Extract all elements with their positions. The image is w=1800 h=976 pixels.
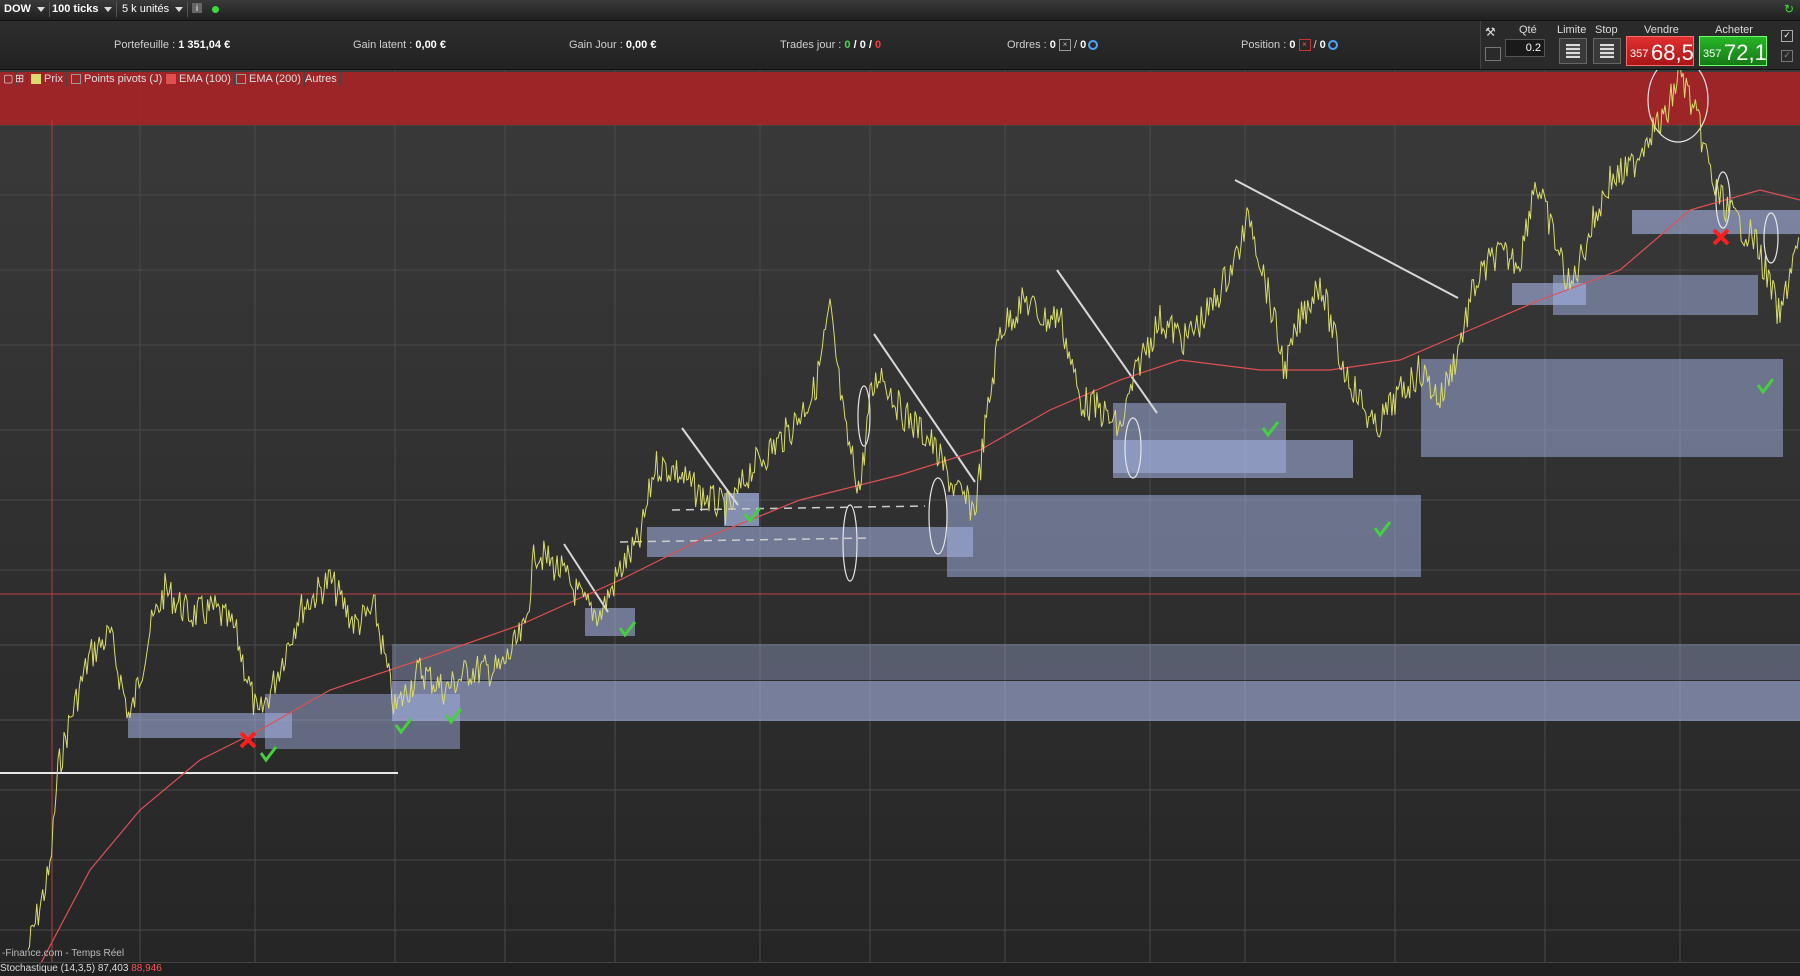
calculator-icon[interactable] (1485, 47, 1501, 61)
toggle-ema200-label: EMA (200) (249, 73, 301, 85)
day-gain-stat: Gain Jour : 0,00 € (569, 39, 657, 51)
price-chart[interactable] (0, 70, 1800, 965)
buy-label: Acheter (1715, 24, 1753, 36)
day-gain-value: 0,00 € (625, 39, 657, 51)
stochastic-label: Stochastique (14,3,5) (0, 963, 96, 974)
stochastic-panel: Stochastique (14,3,5) 87,403 88,946 (0, 962, 1800, 976)
units-label: 5 k unités (122, 3, 170, 15)
chart-background (0, 70, 1800, 965)
sell-price-prefix: 357 (1630, 48, 1649, 60)
toggle-price[interactable]: Prix (28, 72, 67, 86)
toggle-ema100[interactable]: EMA (100) (163, 72, 235, 86)
close-orders-icon[interactable]: × (1058, 39, 1071, 52)
interval-label: 100 ticks (52, 3, 99, 15)
instrument-dropdown[interactable]: DOW (0, 2, 50, 17)
instrument-label: DOW (4, 3, 31, 15)
latent-gain-value: 0,00 € (415, 39, 446, 51)
trades-stat: Trades jour : 0 / 0 / 0 (780, 39, 882, 51)
toggle-pivots[interactable]: Points pivots (J) (68, 72, 167, 86)
checkbox-icon (236, 74, 246, 85)
others-button[interactable]: Autres (302, 72, 341, 86)
chevron-down-icon (36, 6, 45, 12)
position-stat: Position : 0 × / 0 (1241, 39, 1338, 52)
sell-button[interactable]: 357 68,5 (1626, 36, 1694, 66)
top-toolbar: DOW 100 ticks 5 k unités i ↻ (0, 0, 1800, 21)
info-icon-label: i (196, 3, 198, 13)
support-zone (392, 644, 1800, 680)
data-source-label: -Finance.com - Temps Réel (2, 948, 125, 959)
stochastic-k: 87,403 (97, 963, 129, 974)
refresh-icon[interactable]: ↻ (1784, 2, 1796, 16)
portfolio-stat: Portefeuille : 1 351,04 € (114, 39, 231, 51)
support-zone (1113, 440, 1353, 478)
qty-label: Qté (1519, 24, 1537, 36)
buy-price: 72,1 (1724, 40, 1767, 65)
toggle-ema200[interactable]: EMA (200) (233, 72, 305, 86)
chevron-down-icon (104, 6, 113, 12)
stop-order-button[interactable] (1593, 38, 1621, 64)
gear-icon[interactable] (1088, 40, 1099, 51)
latent-gain-stat: Gain latent : 0,00 € (353, 39, 446, 51)
settings-icon[interactable]: ⊞ (12, 72, 29, 86)
toggle-pivots-label: Points pivots (J) (84, 73, 163, 85)
buy-button[interactable]: 357 72,1 (1699, 36, 1767, 66)
support-zone (1421, 359, 1783, 457)
toggle-price-label: Prix (44, 73, 63, 85)
toggle-ema100-label: EMA (100) (179, 73, 231, 85)
support-zone (1553, 275, 1758, 315)
ema-color-icon (166, 74, 176, 85)
close-position-icon[interactable]: × (1298, 39, 1311, 52)
chevron-down-icon (175, 6, 184, 12)
support-zone (392, 681, 1800, 721)
limit-label: Limite (1557, 24, 1587, 36)
orders-stat: Ordres : 0 × / 0 (1007, 39, 1099, 52)
portfolio-value: 1 351,04 € (178, 39, 231, 51)
gear-icon[interactable] (1327, 40, 1338, 51)
buy-price-prefix: 357 (1703, 48, 1722, 60)
qty-input[interactable]: 0.2 (1505, 39, 1545, 57)
checkbox-icon (71, 74, 81, 85)
sell-label: Vendre (1644, 24, 1679, 36)
support-zone (265, 694, 460, 749)
sell-price: 68,5 (1651, 40, 1694, 65)
limit-order-button[interactable] (1559, 38, 1587, 64)
interval-dropdown[interactable]: 100 ticks (48, 2, 118, 17)
wrench-icon[interactable]: ⚒ (1485, 25, 1499, 39)
stochastic-d: 88,946 (131, 963, 162, 974)
checkbox-icon[interactable]: ✓ (1781, 50, 1793, 62)
order-panel: ⚒ Qté 0.2 Limite Stop Vendre 357 68,5 Ac… (1480, 21, 1800, 69)
units-dropdown[interactable]: 5 k unités (118, 2, 189, 17)
price-color-icon (31, 74, 41, 85)
support-zone (947, 495, 1421, 577)
connection-status-icon (212, 6, 219, 13)
checkbox-icon[interactable]: ✓ (1781, 30, 1793, 42)
stop-label: Stop (1595, 24, 1618, 36)
info-icon[interactable]: i (192, 3, 202, 13)
others-label: Autres (305, 73, 337, 85)
